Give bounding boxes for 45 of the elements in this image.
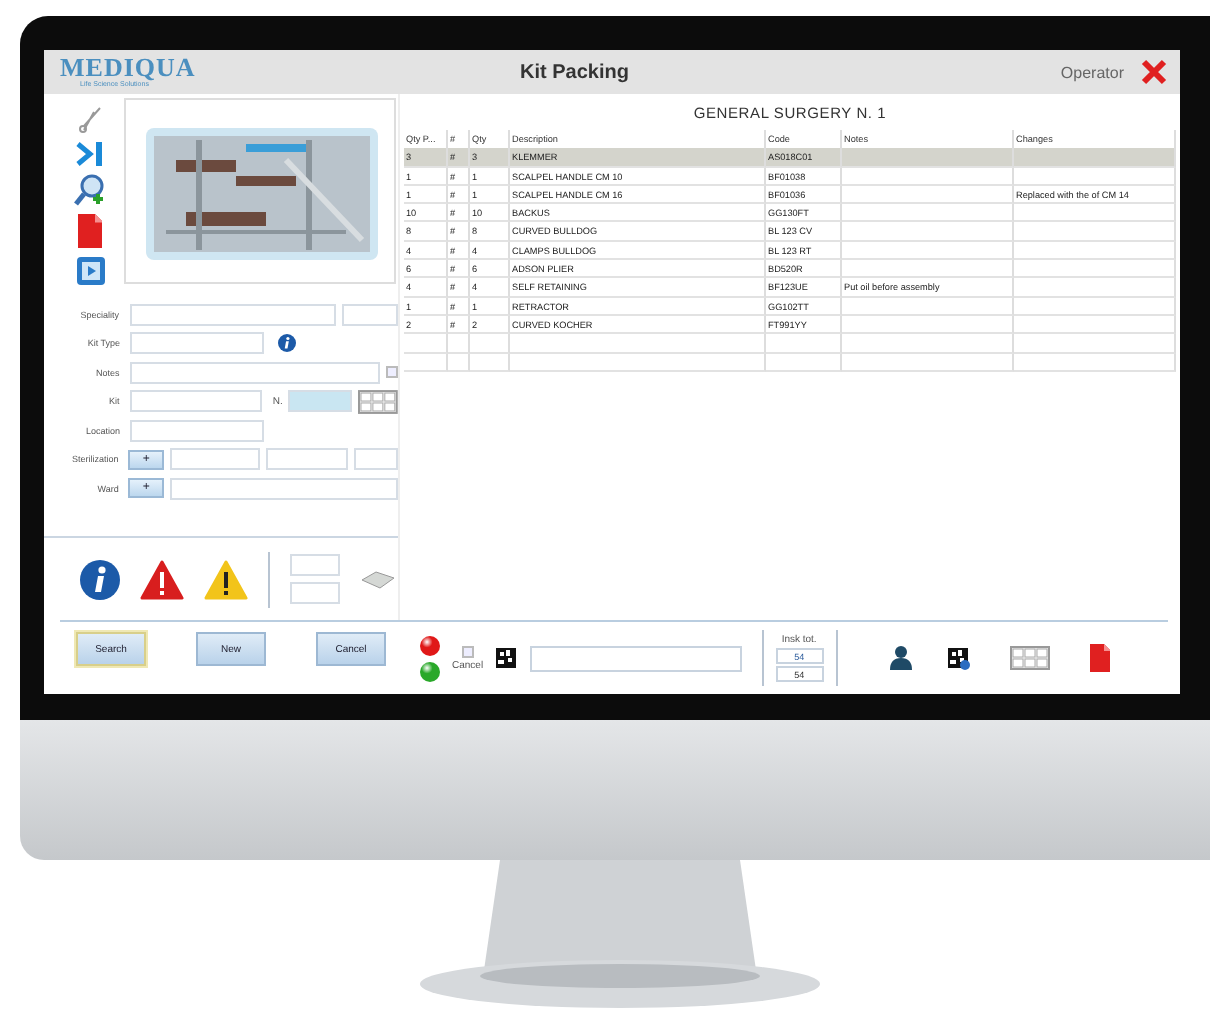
empty-cell bbox=[470, 334, 510, 354]
text-field[interactable] bbox=[290, 554, 340, 576]
window-title: Kit Packing bbox=[518, 61, 631, 83]
ready-light-icon bbox=[420, 661, 440, 681]
pdf-icon[interactable] bbox=[77, 214, 103, 248]
text-field[interactable] bbox=[266, 448, 349, 470]
empty-cell bbox=[404, 334, 448, 354]
close-icon[interactable] bbox=[1140, 58, 1168, 86]
empty-cell bbox=[448, 334, 470, 354]
status-light-icon bbox=[420, 635, 440, 655]
text-field[interactable] bbox=[129, 390, 263, 412]
info-icon[interactable] bbox=[80, 559, 120, 599]
text-field[interactable] bbox=[130, 332, 264, 354]
video-icon[interactable] bbox=[75, 256, 105, 286]
text-field[interactable] bbox=[129, 361, 381, 383]
empty-cell bbox=[470, 353, 510, 372]
barcode-icon[interactable] bbox=[495, 647, 518, 669]
text-field[interactable] bbox=[170, 477, 399, 499]
empty-cell bbox=[404, 353, 448, 372]
text-field[interactable] bbox=[129, 303, 337, 325]
keypad-icon[interactable] bbox=[358, 389, 398, 413]
empty-cell bbox=[448, 353, 470, 372]
pdf-icon[interactable] bbox=[1089, 644, 1111, 672]
barcode-field[interactable] bbox=[529, 645, 742, 671]
empty-cell bbox=[766, 353, 842, 372]
empty-cell bbox=[766, 334, 842, 354]
text-field[interactable] bbox=[354, 448, 399, 470]
text-field[interactable] bbox=[169, 448, 261, 470]
user-label: Operator bbox=[1060, 63, 1124, 81]
logo: MEDIQUA bbox=[60, 54, 198, 80]
keypad-icon[interactable] bbox=[1009, 646, 1050, 670]
text-field[interactable] bbox=[290, 582, 340, 604]
checkbox[interactable] bbox=[386, 366, 398, 378]
barcode-info-icon[interactable] bbox=[947, 647, 970, 669]
person-icon[interactable] bbox=[889, 646, 912, 670]
warning-icon bbox=[204, 559, 248, 599]
skip-icon[interactable] bbox=[76, 142, 104, 166]
error-icon bbox=[140, 559, 184, 599]
zoom-in-icon[interactable] bbox=[74, 174, 106, 206]
text-field[interactable] bbox=[130, 419, 264, 441]
text-field[interactable] bbox=[342, 303, 398, 325]
checkbox[interactable] bbox=[461, 645, 474, 657]
number-field[interactable] bbox=[288, 390, 353, 412]
tray-icon bbox=[360, 569, 396, 589]
info-icon[interactable] bbox=[278, 334, 296, 352]
